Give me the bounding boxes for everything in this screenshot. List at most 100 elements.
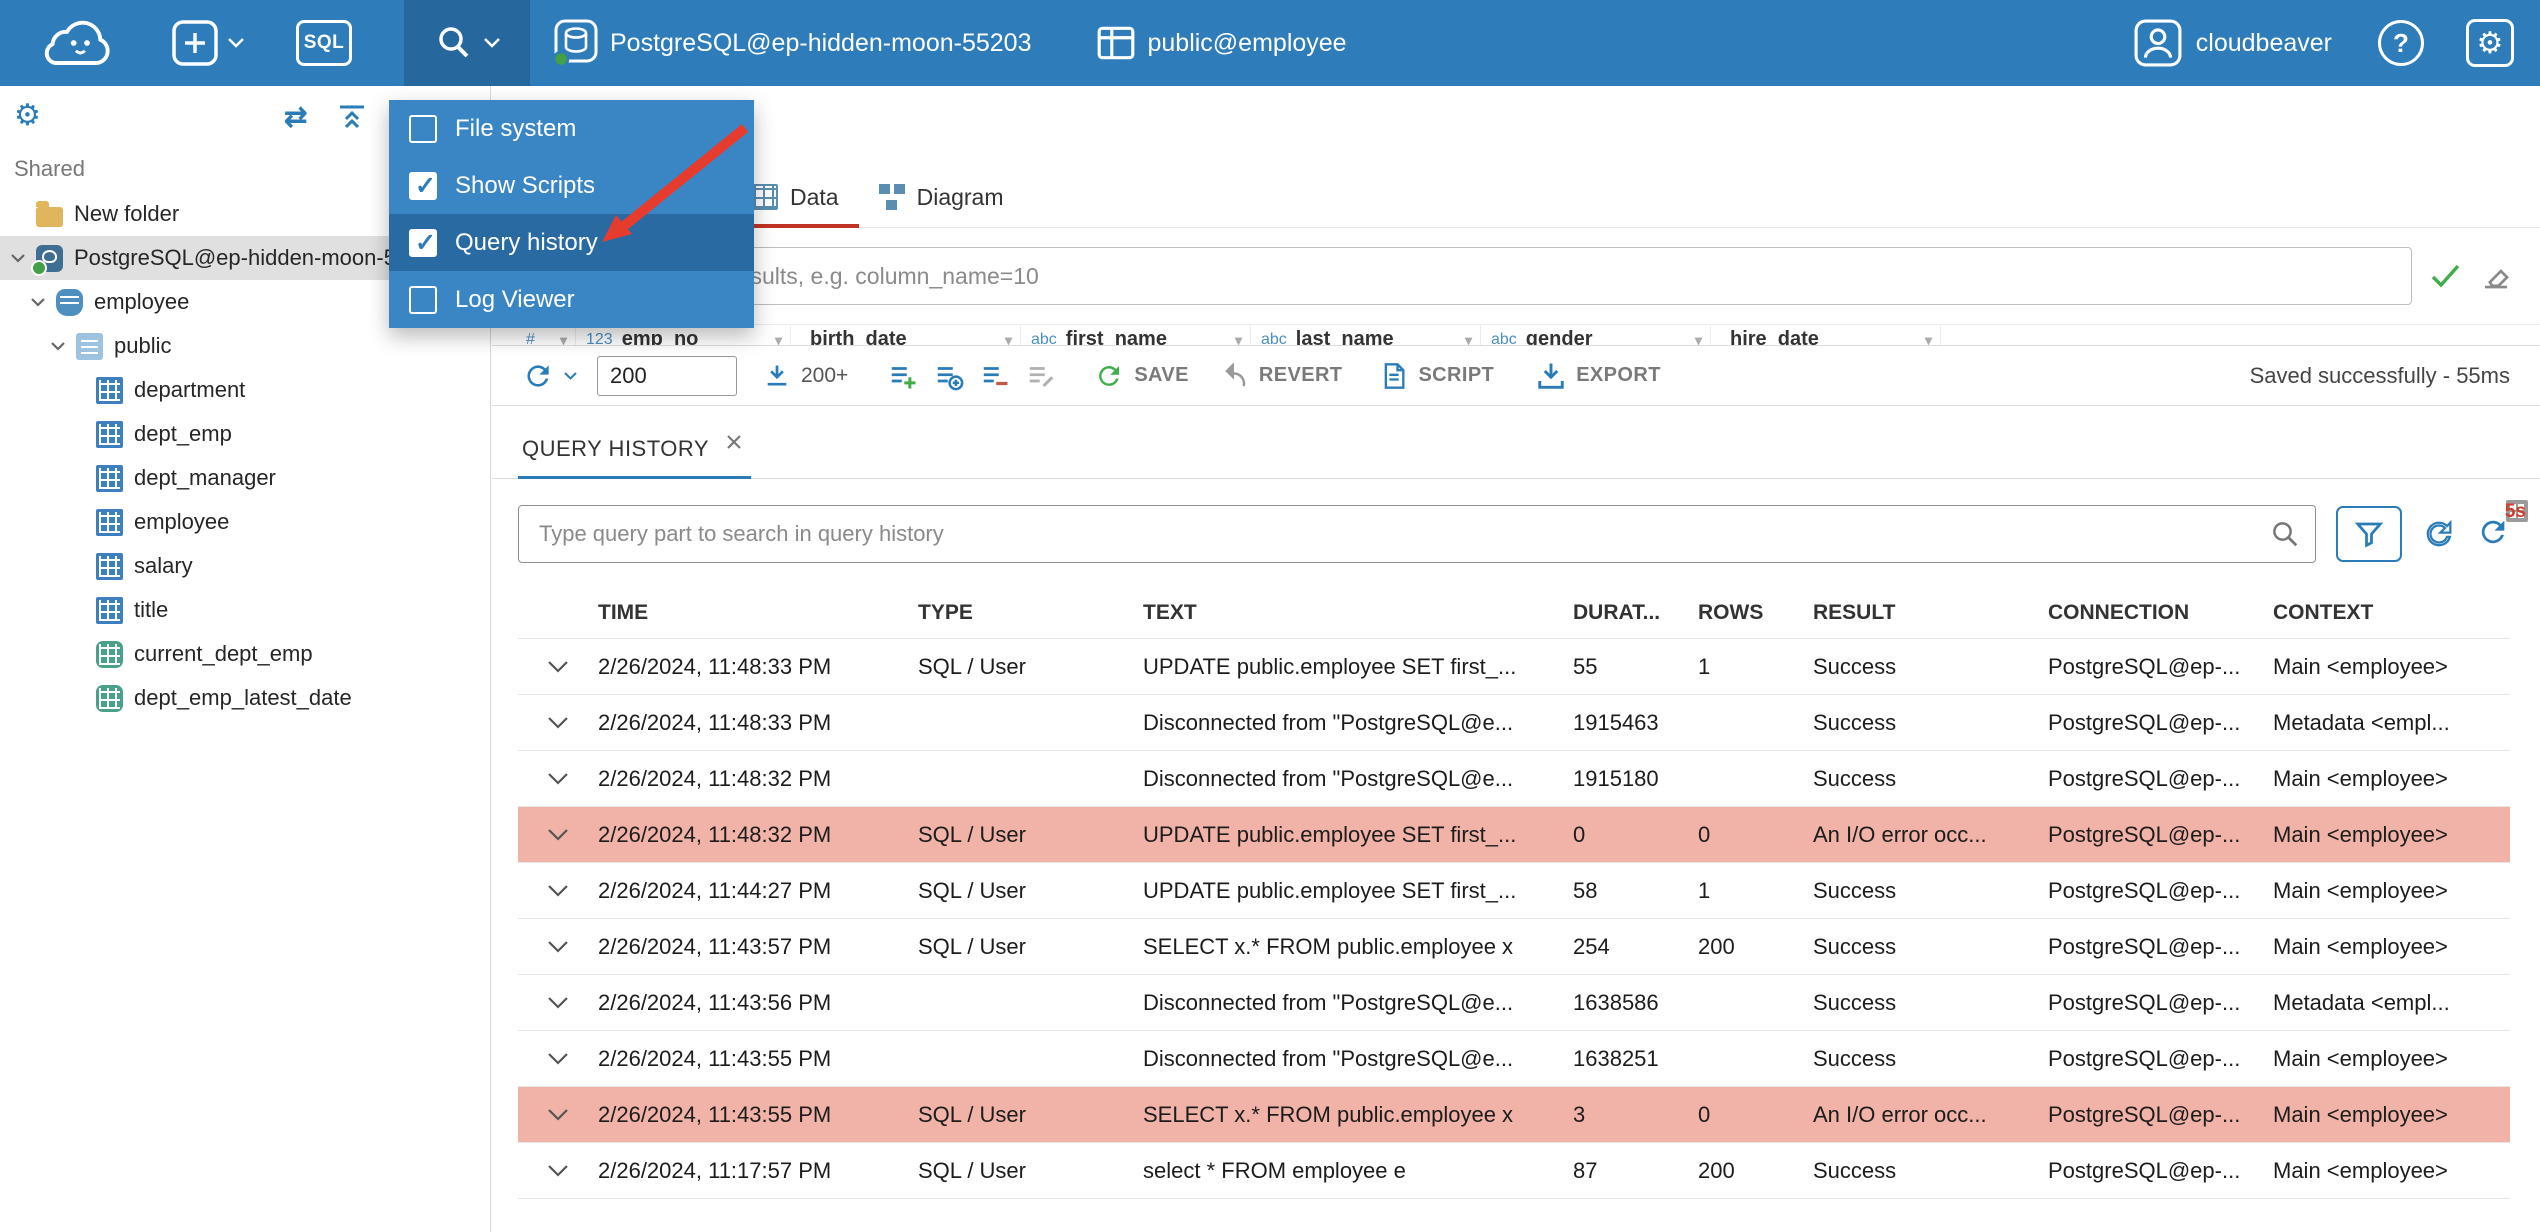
sql-editor-button[interactable]: SQL <box>296 0 352 86</box>
tree-node[interactable]: employee <box>0 500 490 544</box>
header-type[interactable]: TYPE <box>918 601 1143 625</box>
auto-refresh-button[interactable]: 5s <box>2476 501 2526 554</box>
cell-context: Metadata <empl... <box>2273 989 2450 1015</box>
schema-icon <box>1098 26 1135 60</box>
tree-node[interactable]: department <box>0 368 490 412</box>
grid-column-header[interactable]: abc first_name <box>1021 325 1251 345</box>
cell-time: 2/26/2024, 11:48:32 PM <box>598 765 832 791</box>
delete-row-button[interactable] <box>980 361 1010 391</box>
navigator-settings-icon[interactable]: ⚙ <box>14 98 41 133</box>
chevron-down-icon <box>548 717 568 729</box>
view-menu-button[interactable] <box>404 0 530 86</box>
menu-item-label: Log Viewer <box>455 285 575 313</box>
query-history-row[interactable]: 2/26/2024, 11:43:56 PM Disconnected from… <box>518 975 2510 1031</box>
query-history-row[interactable]: 2/26/2024, 11:48:32 PM SQL / User UPDATE… <box>518 807 2510 863</box>
history-refresh-button[interactable] <box>2422 517 2456 551</box>
query-history-row[interactable]: 2/26/2024, 11:44:27 PM SQL / User UPDATE… <box>518 863 2510 919</box>
fetch-page-size-button[interactable]: 200+ <box>763 362 848 390</box>
filter-input[interactable] <box>516 247 2412 305</box>
grid-column-header[interactable]: # <box>516 325 576 345</box>
clear-filter-button[interactable] <box>2480 261 2512 291</box>
row-expander[interactable] <box>518 660 598 673</box>
schema-selector[interactable]: public@employee <box>1095 0 1347 86</box>
tree-node[interactable]: title <box>0 588 490 632</box>
edit-value-button[interactable] <box>1026 361 1056 391</box>
grid-column-header[interactable]: abc gender <box>1481 325 1711 345</box>
row-expander[interactable] <box>518 940 598 953</box>
tree-node[interactable]: current_dept_emp <box>0 632 490 676</box>
header-result[interactable]: RESULT <box>1813 601 2048 625</box>
menu-checkbox[interactable] <box>409 171 437 201</box>
query-history-row[interactable]: 2/26/2024, 11:48:33 PM Disconnected from… <box>518 695 2510 751</box>
tree-node[interactable]: salary <box>0 544 490 588</box>
cell-result: Success <box>1813 709 1897 735</box>
row-expander[interactable] <box>518 884 598 897</box>
menu-checkbox[interactable] <box>409 228 437 258</box>
tree-node[interactable]: dept_emp <box>0 412 490 456</box>
tree-node[interactable]: dept_emp_latest_date <box>0 676 490 720</box>
object-tab[interactable]: Diagram <box>859 170 1024 228</box>
query-history-row[interactable]: 2/26/2024, 11:43:57 PM SQL / User SELECT… <box>518 919 2510 975</box>
cloudbeaver-logo[interactable] <box>22 0 132 86</box>
save-button[interactable]: SAVE <box>1094 361 1189 391</box>
tree-node[interactable]: public <box>0 324 490 368</box>
view-menu-item[interactable]: File system <box>389 100 754 157</box>
grid-column-header[interactable]: 123 emp_no <box>576 325 791 345</box>
close-icon[interactable] <box>725 433 743 451</box>
header-context[interactable]: CONTEXT <box>2273 601 2510 625</box>
result-limit-input[interactable] <box>597 355 737 396</box>
grid-column-header[interactable]: abc last_name <box>1251 325 1481 345</box>
tree-expand-caret[interactable] <box>10 253 36 263</box>
settings-button[interactable]: ⚙ <box>2466 0 2514 86</box>
tree-expand-caret[interactable] <box>50 341 76 351</box>
query-history-row[interactable]: 2/26/2024, 11:48:32 PM Disconnected from… <box>518 751 2510 807</box>
menu-checkbox[interactable] <box>409 285 437 314</box>
connection-selector[interactable]: PostgreSQL@ep-hidden-moon-55203 <box>530 0 1057 86</box>
tree-node[interactable]: dept_manager <box>0 456 490 500</box>
view-menu-item[interactable]: Log Viewer <box>389 271 754 328</box>
sync-navigator-icon[interactable]: ⇄ <box>284 100 307 133</box>
cell-rows: 0 <box>1698 821 1711 847</box>
data-filter-bar <box>492 228 2540 324</box>
row-expander[interactable] <box>518 772 598 785</box>
cell-rows: 1 <box>1698 877 1711 903</box>
refresh-results-button[interactable] <box>522 360 577 392</box>
save-icon <box>1099 365 1120 386</box>
header-time[interactable]: TIME <box>598 601 918 625</box>
menu-checkbox[interactable] <box>409 114 437 143</box>
collapse-all-icon[interactable] <box>338 104 366 135</box>
view-menu-dropdown: File system Show Scripts Query history L… <box>389 100 754 328</box>
view-menu-item[interactable]: Show Scripts <box>389 157 754 214</box>
view-menu-item[interactable]: Query history <box>389 214 754 271</box>
row-expander[interactable] <box>518 1052 598 1065</box>
script-button[interactable]: SCRIPT <box>1380 361 1494 391</box>
row-expander[interactable] <box>518 1108 598 1121</box>
query-history-tab[interactable]: QUERY HISTORY <box>518 433 752 479</box>
header-text[interactable]: TEXT <box>1143 601 1573 625</box>
query-history-row[interactable]: 2/26/2024, 11:43:55 PM Disconnected from… <box>518 1031 2510 1087</box>
user-menu-button[interactable]: cloudbeaver <box>2134 0 2332 86</box>
export-button[interactable]: EXPORT <box>1536 361 1661 391</box>
header-rows[interactable]: ROWS <box>1698 601 1813 625</box>
add-row-button[interactable] <box>888 361 918 391</box>
row-expander[interactable] <box>518 996 598 1009</box>
tree-expand-caret[interactable] <box>30 297 56 307</box>
history-filter-button[interactable] <box>2336 506 2402 562</box>
revert-button[interactable]: REVERT <box>1219 361 1343 391</box>
history-search-input[interactable] <box>518 505 2316 563</box>
row-expander[interactable] <box>518 828 598 841</box>
row-expander[interactable] <box>518 716 598 729</box>
help-button[interactable]: ? <box>2378 0 2424 86</box>
query-history-row[interactable]: 2/26/2024, 11:48:33 PM SQL / User UPDATE… <box>518 639 2510 695</box>
header-duration[interactable]: DURAT... <box>1573 601 1698 625</box>
grid-column-header[interactable]: birth_date <box>791 325 1021 345</box>
apply-filter-button[interactable] <box>2430 263 2462 289</box>
query-history-table-header: TIME TYPE TEXT DURAT... ROWS RESULT CONN… <box>518 587 2510 639</box>
query-history-row[interactable]: 2/26/2024, 11:17:57 PM SQL / User select… <box>518 1143 2510 1199</box>
query-history-row[interactable]: 2/26/2024, 11:43:55 PM SQL / User SELECT… <box>518 1087 2510 1143</box>
row-expander[interactable] <box>518 1164 598 1177</box>
duplicate-row-button[interactable] <box>934 361 964 391</box>
header-connection[interactable]: CONNECTION <box>2048 601 2273 625</box>
new-connection-button[interactable] <box>172 0 244 86</box>
grid-column-header[interactable]: hire_date <box>1711 325 1941 345</box>
